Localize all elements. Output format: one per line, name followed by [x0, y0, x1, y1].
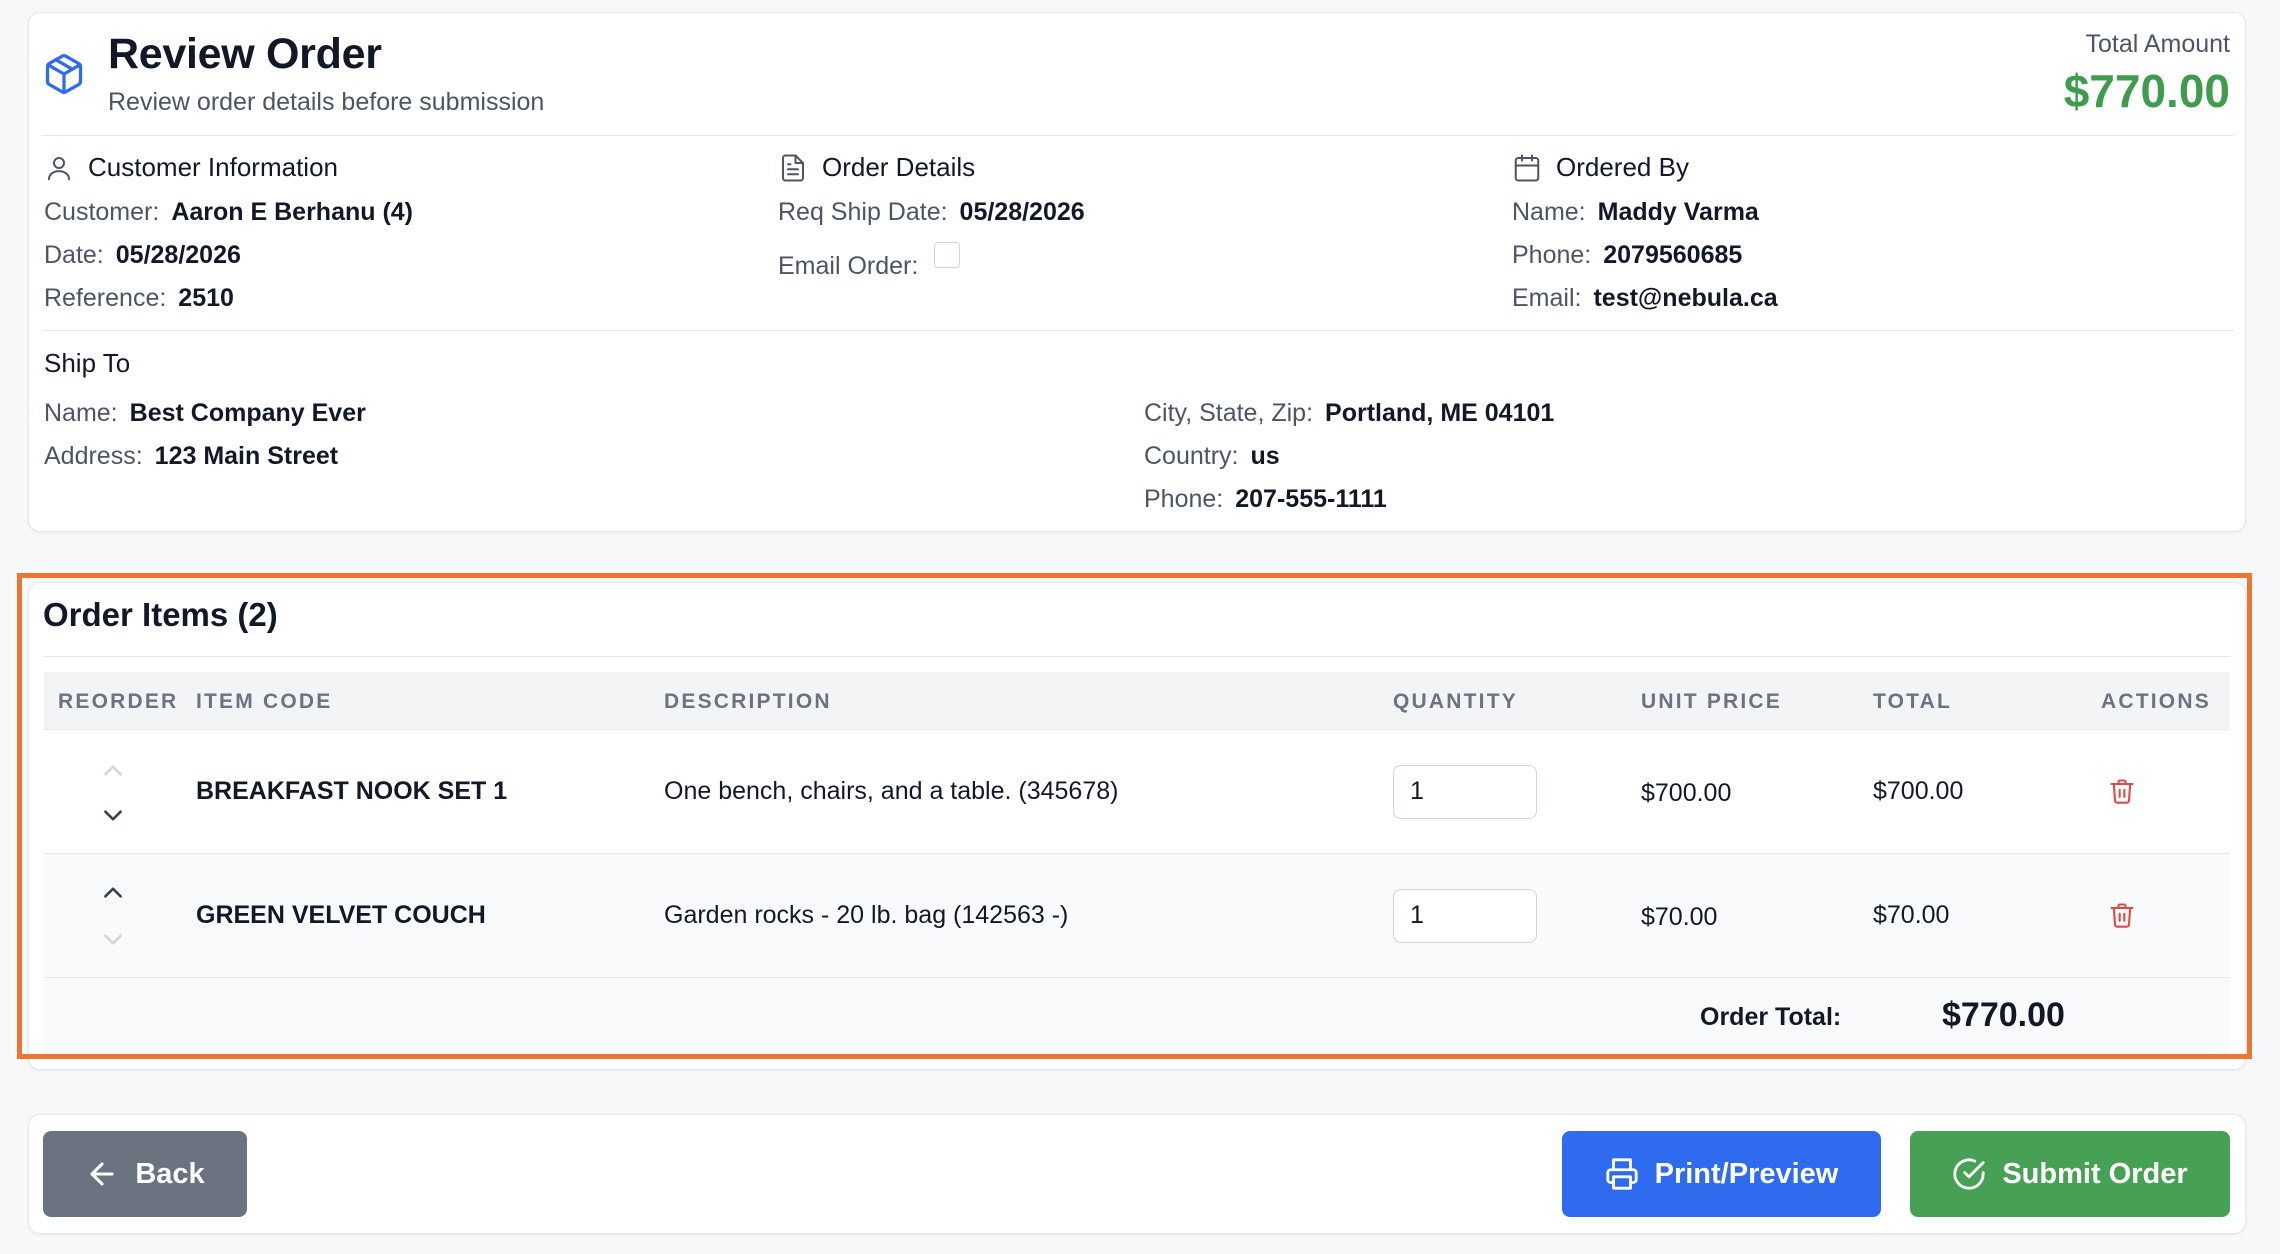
- ship-date-row: Req Ship Date: 05/28/2026: [778, 198, 1085, 227]
- customer-row: Customer: Aaron E Berhanu (4): [44, 198, 413, 227]
- table-row: GREEN VELVET COUCH Garden rocks - 20 lb.…: [44, 854, 2230, 978]
- ordered-by-phone-row: Phone: 2079560685: [1512, 241, 1742, 270]
- ship-to-phone-label: Phone:: [1144, 485, 1224, 513]
- col-item-code: ITEM CODE: [196, 690, 333, 713]
- ordered-by-name-row: Name: Maddy Varma: [1512, 198, 1759, 227]
- ordered-by-name-label: Name:: [1512, 198, 1586, 226]
- ship-to-address-label: Address:: [44, 442, 143, 470]
- item-code: GREEN VELVET COUCH: [196, 901, 486, 929]
- col-reorder: REORDER: [58, 690, 179, 713]
- line-total: $70.00: [1873, 901, 1950, 929]
- user-icon: [48, 156, 70, 180]
- ship-date-label: Req Ship Date:: [778, 198, 948, 226]
- customer-info-heading: Customer Information: [44, 152, 338, 183]
- item-description: One bench, chairs, and a table. (345678): [664, 777, 1119, 805]
- divider: [44, 656, 2230, 657]
- divider: [42, 330, 2234, 331]
- move-up-icon[interactable]: [100, 882, 126, 902]
- customer-label: Customer:: [44, 198, 160, 226]
- order-total-label: Order Total:: [1700, 1003, 1842, 1031]
- quantity-input[interactable]: 1: [1393, 889, 1537, 943]
- move-down-icon[interactable]: [100, 806, 126, 826]
- ship-to-address-row: Address: 123 Main Street: [44, 442, 338, 471]
- ship-to-phone-row: Phone: 207-555-1111: [1144, 485, 1387, 514]
- page-title: Review Order: [108, 30, 382, 78]
- check-circle-icon: [1953, 1158, 1985, 1190]
- ship-to-heading: Ship To: [44, 348, 131, 378]
- ship-to-country-value: us: [1250, 442, 1280, 470]
- ordered-by-email-label: Email:: [1512, 284, 1582, 312]
- ordered-by-email-value: test@nebula.ca: [1593, 284, 1778, 312]
- email-order-checkbox[interactable]: [934, 242, 961, 268]
- calendar-icon: [1514, 154, 1540, 181]
- reference-row: Reference: 2510: [44, 284, 234, 313]
- total-amount-value: $770.00: [2063, 65, 2230, 117]
- ship-to-city-row: City, State, Zip: Portland, ME 04101: [1144, 399, 1554, 428]
- ship-to-phone-value: 207-555-1111: [1235, 485, 1387, 513]
- divider: [42, 135, 2234, 136]
- move-up-icon[interactable]: [100, 760, 126, 780]
- order-total-value: $770.00: [1942, 996, 2065, 1034]
- reference-value: 2510: [178, 284, 234, 312]
- order-total-row: [44, 978, 2230, 1054]
- print-preview-button[interactable]: Print/Preview: [1562, 1131, 1881, 1217]
- print-preview-label: Print/Preview: [1654, 1157, 1839, 1190]
- arrow-left-icon: [90, 1162, 114, 1186]
- submit-order-label: Submit Order: [2002, 1157, 2188, 1190]
- item-description: Garden rocks - 20 lb. bag (142563 -): [664, 901, 1069, 929]
- col-unit-price: UNIT PRICE: [1641, 690, 1783, 713]
- ordered-by-phone-label: Phone:: [1512, 241, 1592, 269]
- ordered-by-name-value: Maddy Varma: [1597, 198, 1759, 226]
- ship-to-address-value: 123 Main Street: [154, 442, 339, 470]
- move-down-icon[interactable]: [100, 930, 126, 950]
- quantity-input[interactable]: 1: [1393, 765, 1537, 819]
- email-order-row: Email Order:: [778, 242, 961, 281]
- table-row: BREAKFAST NOOK SET 1 One bench, chairs, …: [44, 730, 2230, 854]
- order-details-heading: Order Details: [778, 152, 975, 183]
- unit-price: $700.00: [1641, 779, 1732, 807]
- ordered-by-phone-value: 2079560685: [1603, 241, 1743, 269]
- date-value: 05/28/2026: [115, 241, 241, 269]
- document-icon: [782, 154, 804, 181]
- unit-price: $70.00: [1641, 903, 1718, 931]
- printer-icon: [1606, 1158, 1638, 1190]
- customer-info-title: Customer Information: [88, 152, 338, 182]
- col-description: DESCRIPTION: [664, 690, 832, 713]
- ship-to-country-row: Country: us: [1144, 442, 1280, 471]
- back-label: Back: [135, 1157, 205, 1190]
- ship-to-country-label: Country:: [1144, 442, 1239, 470]
- ship-to-name-row: Name: Best Company Ever: [44, 399, 366, 428]
- ship-to-name-label: Name:: [44, 399, 118, 427]
- ordered-by-email-row: Email: test@nebula.ca: [1512, 284, 1778, 313]
- email-order-label: Email Order:: [778, 252, 919, 280]
- line-total: $700.00: [1873, 777, 1964, 805]
- order-items-title: Order Items (2): [43, 596, 278, 633]
- delete-icon[interactable]: [2108, 900, 2136, 930]
- col-total: TOTAL: [1873, 690, 1953, 713]
- ship-to-city-label: City, State, Zip:: [1144, 399, 1314, 427]
- col-quantity: QUANTITY: [1393, 690, 1518, 713]
- customer-value: Aaron E Berhanu (4): [171, 198, 414, 226]
- ship-to-name-value: Best Company Ever: [129, 399, 366, 427]
- ship-date-value: 05/28/2026: [959, 198, 1085, 226]
- reference-label: Reference:: [44, 284, 167, 312]
- item-code: BREAKFAST NOOK SET 1: [196, 777, 508, 805]
- ship-to-city-value: Portland, ME 04101: [1325, 399, 1555, 427]
- table-header: REORDER ITEM CODE DESCRIPTION QUANTITY U…: [44, 672, 2230, 730]
- delete-icon[interactable]: [2108, 776, 2136, 806]
- total-amount-label: Total Amount: [2085, 30, 2230, 58]
- order-details-title: Order Details: [822, 152, 976, 182]
- page-subtitle: Review order details before submission: [108, 88, 545, 116]
- ordered-by-heading: Ordered By: [1512, 152, 1689, 183]
- ordered-by-title: Ordered By: [1556, 152, 1689, 182]
- col-actions: ACTIONS: [2101, 690, 2211, 713]
- submit-order-button[interactable]: Submit Order: [1910, 1131, 2230, 1217]
- date-label: Date:: [44, 241, 104, 269]
- back-button[interactable]: Back: [43, 1131, 247, 1217]
- date-row: Date: 05/28/2026: [44, 241, 241, 270]
- package-icon: [45, 54, 83, 94]
